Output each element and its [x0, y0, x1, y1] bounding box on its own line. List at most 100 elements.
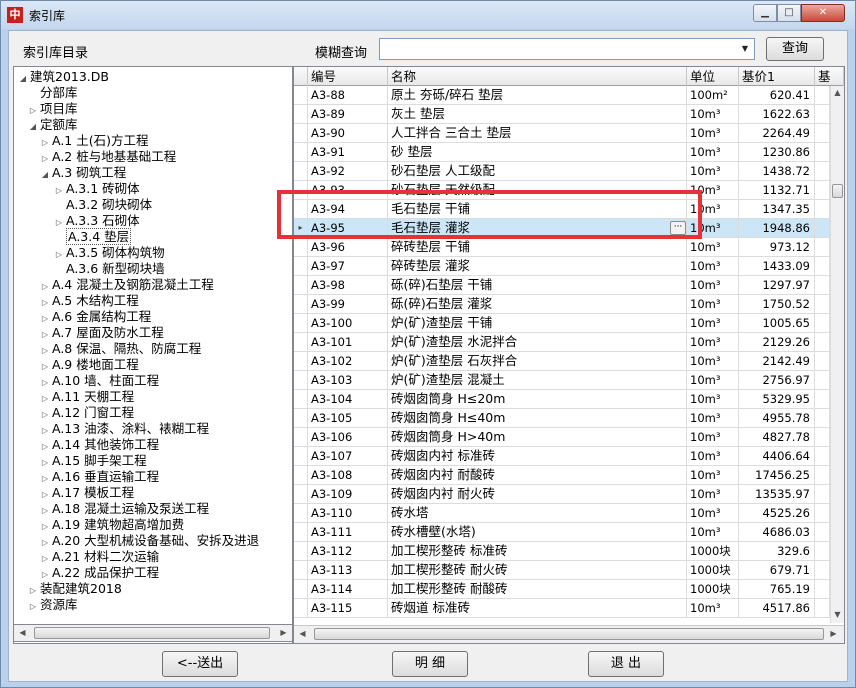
tree-node[interactable]: ▷ A.6 金属结构工程	[40, 309, 151, 325]
cell-name[interactable]: 砖烟囱内衬 耐酸砖	[388, 466, 687, 485]
cell-extra[interactable]	[815, 561, 830, 580]
cell-code[interactable]: A3-112	[308, 542, 388, 561]
header-extra[interactable]: 基	[815, 67, 844, 86]
cell-price[interactable]: 17456.25	[739, 466, 815, 485]
cell-unit[interactable]: 10m³	[687, 447, 739, 466]
cell-name[interactable]: 碎砖垫层 干铺	[388, 238, 687, 257]
cell-name[interactable]: 加工楔形整砖 耐酸砖	[388, 580, 687, 599]
table-row[interactable]: A3-114 加工楔形整砖 耐酸砖 1000块 765.19	[294, 580, 830, 599]
cell-code[interactable]: A3-108	[308, 466, 388, 485]
table-row[interactable]: A3-104 砖烟囱筒身 H≤20m 10m³ 5329.95	[294, 390, 830, 409]
table-row[interactable]: A3-99 砾(碎)石垫层 灌浆 10m³ 1750.52	[294, 295, 830, 314]
cell-extra[interactable]	[815, 276, 830, 295]
cell-code[interactable]: A3-101	[308, 333, 388, 352]
tree-node[interactable]: ▷ A.10 墙、柱面工程	[40, 373, 159, 389]
cell-extra[interactable]	[815, 485, 830, 504]
cell-code[interactable]: A3-104	[308, 390, 388, 409]
cell-code[interactable]: A3-110	[308, 504, 388, 523]
cell-price[interactable]: 4517.86	[739, 599, 815, 618]
cell-code[interactable]: A3-107	[308, 447, 388, 466]
tree-node[interactable]: ▷ A.9 楼地面工程	[40, 357, 139, 373]
table-row[interactable]: A3-111 砖水槽壁(水塔) 10m³ 4686.03	[294, 523, 830, 542]
cell-extra[interactable]	[815, 181, 830, 200]
cell-unit[interactable]: 10m³	[687, 599, 739, 618]
cell-price[interactable]: 765.19	[739, 580, 815, 599]
table-row[interactable]: A3-101 炉(矿)渣垫层 水泥拌合 10m³ 2129.26	[294, 333, 830, 352]
tree-node[interactable]: ▷ 资源库	[28, 597, 78, 613]
tree-node[interactable]: 分部库	[28, 85, 78, 101]
scroll-down-icon[interactable]: ▼	[831, 608, 844, 622]
tree-node[interactable]: ▷ A.20 大型机械设备基础、安拆及进退	[40, 533, 259, 549]
cell-name[interactable]: 砂石垫层 人工级配	[388, 162, 687, 181]
cell-name[interactable]: 炉(矿)渣垫层 干铺	[388, 314, 687, 333]
cell-name[interactable]: 毛石垫层 干铺	[388, 200, 687, 219]
tree-node[interactable]: ▷ A.1 土(石)方工程	[40, 133, 149, 149]
expanded-arrow-icon[interactable]: ◢	[40, 167, 50, 183]
index-tree[interactable]: ◢ 建筑2013.DB 分部库 ▷ 项目库 ◢ 定额库 ▷ A.1 土(石)方工程 ▷ A.2 桩与…	[13, 66, 293, 644]
table-row[interactable]: A3-91 砂 垫层 10m³ 1230.86	[294, 143, 830, 162]
search-input[interactable]	[382, 41, 734, 57]
tree-node[interactable]: ▷ A.5 木结构工程	[40, 293, 139, 309]
cell-price[interactable]: 329.6	[739, 542, 815, 561]
cell-price[interactable]: 13535.97	[739, 485, 815, 504]
cell-price[interactable]: 4406.64	[739, 447, 815, 466]
scroll-left-icon[interactable]: ◀	[294, 626, 311, 642]
cell-code[interactable]: A3-106	[308, 428, 388, 447]
cell-unit[interactable]: 10m³	[687, 523, 739, 542]
cell-code[interactable]: A3-98	[308, 276, 388, 295]
title-bar[interactable]: 中 索引库 ▁ □ ✕	[1, 1, 855, 29]
table-row[interactable]: A3-93 砂石垫层 天然级配 10m³ 1132.71	[294, 181, 830, 200]
header-unit[interactable]: 单位	[687, 67, 739, 86]
grid-vertical-scrollbar[interactable]: ▲ ▼	[830, 86, 844, 623]
table-row[interactable]: ▸ A3-95 毛石垫层 灌浆 10m³ 1948.86 ···	[294, 219, 830, 238]
cell-price[interactable]: 1433.09	[739, 257, 815, 276]
cell-code[interactable]: A3-88	[308, 86, 388, 105]
scroll-thumb[interactable]	[314, 628, 824, 640]
detail-button[interactable]: 明 细	[392, 651, 468, 677]
cell-extra[interactable]	[815, 314, 830, 333]
tree-node[interactable]: ▷ A.3.1 砖砌体	[54, 181, 140, 197]
cell-extra[interactable]	[815, 523, 830, 542]
scroll-right-icon[interactable]: ▶	[825, 626, 842, 642]
cell-price[interactable]: 1438.72	[739, 162, 815, 181]
table-row[interactable]: A3-108 砖烟囱内衬 耐酸砖 10m³ 17456.25	[294, 466, 830, 485]
table-row[interactable]: A3-115 砖烟道 标准砖 10m³ 4517.86	[294, 599, 830, 618]
cell-unit[interactable]: 10m³	[687, 200, 739, 219]
cell-extra[interactable]	[815, 333, 830, 352]
cell-name[interactable]: 砖烟道 标准砖	[388, 599, 687, 618]
exit-button[interactable]: 退 出	[588, 651, 664, 677]
cell-name[interactable]: 灰土 垫层	[388, 105, 687, 124]
cell-code[interactable]: A3-111	[308, 523, 388, 542]
cell-extra[interactable]	[815, 371, 830, 390]
cell-name[interactable]: 加工楔形整砖 标准砖	[388, 542, 687, 561]
cell-unit[interactable]: 10m³	[687, 143, 739, 162]
cell-name[interactable]: 砾(碎)石垫层 干铺	[388, 276, 687, 295]
cell-unit[interactable]: 10m³	[687, 105, 739, 124]
minimize-button[interactable]: ▁	[753, 4, 777, 22]
cell-price[interactable]: 973.12	[739, 238, 815, 257]
tree-node[interactable]: ▷ 项目库	[28, 101, 78, 117]
cell-unit[interactable]: 10m³	[687, 466, 739, 485]
table-row[interactable]: A3-100 炉(矿)渣垫层 干铺 10m³ 1005.65	[294, 314, 830, 333]
table-row[interactable]: A3-88 原土 夯砾/碎石 垫层 100m² 620.41	[294, 86, 830, 105]
fuzzy-search-combobox[interactable]: ▼	[379, 38, 755, 60]
cell-name[interactable]: 砖烟囱内衬 耐火砖	[388, 485, 687, 504]
cell-unit[interactable]: 10m³	[687, 276, 739, 295]
tree-node[interactable]: ▷ A.3.3 石砌体	[54, 213, 140, 229]
cell-price[interactable]: 1297.97	[739, 276, 815, 295]
cell-price[interactable]: 4686.03	[739, 523, 815, 542]
query-button[interactable]: 查询	[766, 37, 824, 61]
tree-node[interactable]: ▷ A.11 天棚工程	[40, 389, 134, 405]
cell-name[interactable]: 碎砖垫层 灌浆	[388, 257, 687, 276]
cell-extra[interactable]	[815, 238, 830, 257]
cell-code[interactable]: A3-114	[308, 580, 388, 599]
tree-node[interactable]: ▷ A.18 混凝土运输及泵送工程	[40, 501, 209, 517]
cell-code[interactable]: A3-103	[308, 371, 388, 390]
cell-code[interactable]: A3-100	[308, 314, 388, 333]
chevron-down-icon[interactable]: ▼	[738, 41, 752, 57]
scroll-right-icon[interactable]: ▶	[275, 625, 292, 641]
tree-node[interactable]: ▷ A.13 油漆、涂料、裱糊工程	[40, 421, 209, 437]
cell-unit[interactable]: 1000块	[687, 580, 739, 599]
cell-name[interactable]: 砖烟囱筒身 H≤40m	[388, 409, 687, 428]
cell-extra[interactable]	[815, 105, 830, 124]
